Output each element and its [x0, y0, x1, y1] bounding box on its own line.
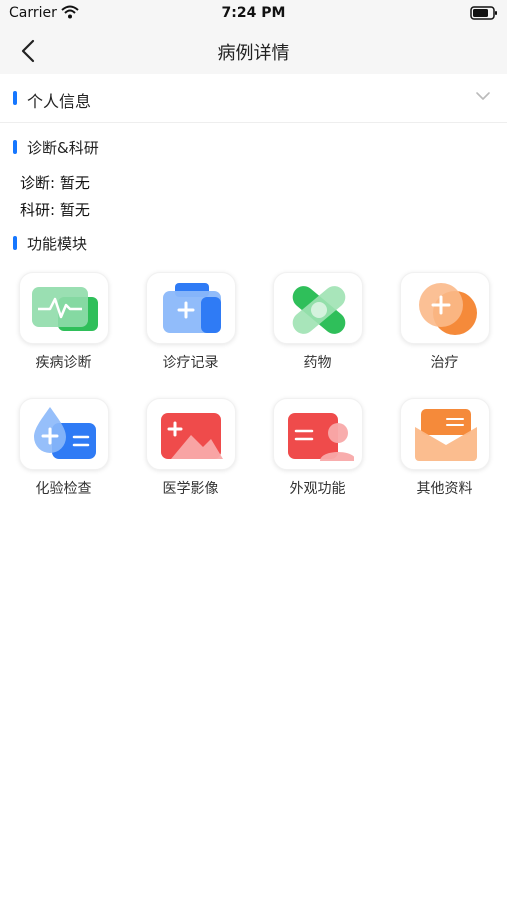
module-treatment[interactable]: 治疗	[381, 272, 507, 392]
module-label: 疾病诊断	[35, 355, 92, 371]
module-icon-box	[273, 272, 363, 344]
page-title: 病例详情	[217, 43, 290, 64]
research-field: 科研: 暂无	[20, 201, 90, 219]
medical-cross-icon	[419, 283, 477, 335]
module-icon-box	[19, 272, 109, 344]
diagnosis-research-title: 诊断&科研	[27, 139, 99, 157]
section-marker	[13, 140, 17, 154]
module-label: 化验检查	[35, 481, 92, 497]
chevron-down-icon[interactable]	[475, 91, 491, 101]
status-time: 7:24 PM	[221, 5, 286, 21]
document-envelope-icon	[415, 409, 477, 461]
diagnosis-field: 诊断: 暂无	[20, 174, 90, 192]
module-label: 治疗	[430, 355, 459, 371]
medical-kit-icon	[163, 283, 221, 333]
module-icon-box	[273, 398, 363, 470]
module-icon-box	[19, 398, 109, 470]
appearance-card-icon	[288, 413, 354, 461]
module-lab-tests[interactable]: 化验检查	[0, 398, 127, 518]
module-label: 医学影像	[162, 481, 219, 497]
module-icon-box	[146, 398, 236, 470]
personal-info-row[interactable]: 个人信息	[0, 74, 507, 123]
medical-image-icon	[161, 413, 223, 459]
section-marker	[13, 236, 17, 250]
bandage-icon	[292, 286, 346, 334]
module-label: 诊疗记录	[162, 355, 219, 371]
navigation-bar: 病例详情	[0, 26, 507, 74]
battery-icon	[470, 6, 497, 20]
modules-title: 功能模块	[27, 235, 88, 253]
module-medication[interactable]: 药物	[254, 272, 381, 392]
personal-info-title: 个人信息	[27, 92, 92, 111]
module-disease-diagnosis[interactable]: 疾病诊断	[0, 272, 127, 392]
module-label: 药物	[303, 355, 332, 371]
module-treatment-records[interactable]: 诊疗记录	[127, 272, 254, 392]
module-icon-box	[400, 398, 490, 470]
module-label: 其他资料	[416, 481, 473, 497]
heartbeat-monitor-icon	[32, 287, 98, 331]
module-other-documents[interactable]: 其他资料	[381, 398, 507, 518]
module-icon-box	[400, 272, 490, 344]
module-label: 外观功能	[289, 481, 346, 497]
section-marker	[13, 91, 17, 105]
status-bar: Carrier 7:24 PM	[0, 0, 507, 26]
blood-test-icon	[34, 407, 96, 459]
module-medical-imaging[interactable]: 医学影像	[127, 398, 254, 518]
module-icon-box	[146, 272, 236, 344]
module-appearance-function[interactable]: 外观功能	[254, 398, 381, 518]
